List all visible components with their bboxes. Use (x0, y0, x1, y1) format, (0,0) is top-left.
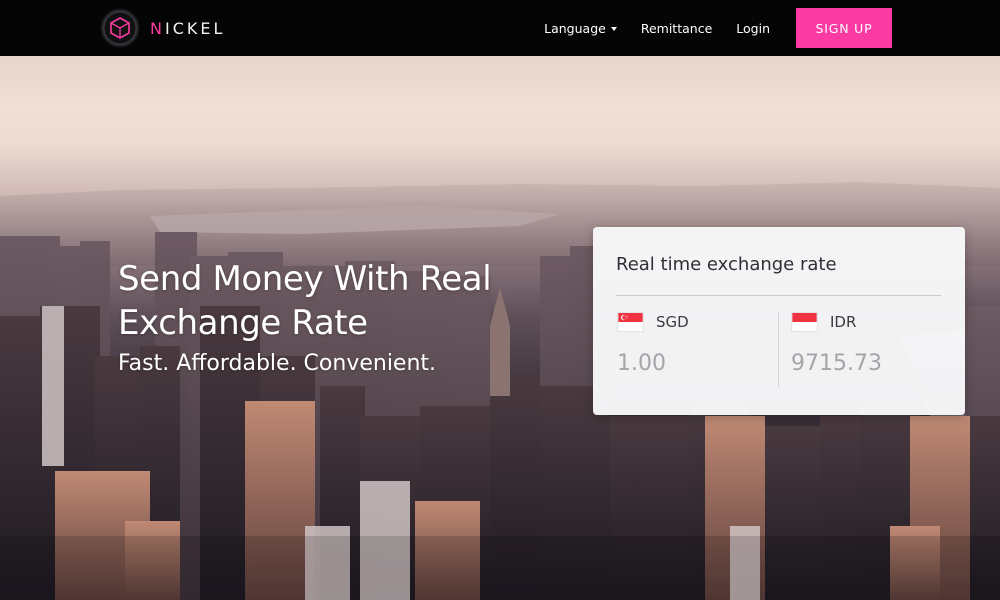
singapore-flag-icon (617, 312, 644, 332)
to-currency-selector[interactable]: IDR (791, 311, 941, 333)
language-label: Language (544, 20, 606, 36)
remittance-link[interactable]: Remittance (641, 21, 712, 36)
signup-button[interactable]: SIGN UP (796, 8, 892, 48)
login-link[interactable]: Login (736, 21, 770, 36)
to-currency-column: IDR (791, 311, 941, 376)
to-currency-code: IDR (830, 313, 857, 331)
hexagon-cube-icon (100, 8, 140, 48)
indonesia-flag-icon (791, 312, 818, 332)
to-amount-field[interactable] (791, 351, 931, 376)
exchange-rate-title: Real time exchange rate (616, 254, 837, 275)
from-currency-code: SGD (656, 313, 689, 331)
hero-subtitle: Fast. Affordable. Convenient. (118, 351, 437, 376)
language-dropdown[interactable]: Language (544, 21, 617, 36)
brand-logo[interactable]: NICKEL (99, 8, 225, 48)
nav-links: Language Remittance Login SIGN UP (520, 0, 892, 56)
card-divider (616, 295, 941, 296)
brand-name-accent: N (150, 18, 165, 38)
caret-down-icon (610, 26, 617, 31)
top-navbar: NICKEL Language Remittance Login SIGN UP (0, 0, 1000, 56)
brand-name: NICKEL (150, 19, 225, 38)
from-currency-column: SGD (617, 311, 767, 376)
from-currency-selector[interactable]: SGD (617, 311, 767, 333)
from-amount-field[interactable] (617, 351, 757, 376)
exchange-rate-card: Real time exchange rate SGD 1.00 IDR 971… (593, 227, 965, 415)
column-separator (778, 311, 779, 387)
hero-title: Send Money With Real Exchange Rate (118, 259, 492, 343)
brand-name-rest: ICKEL (164, 18, 226, 38)
